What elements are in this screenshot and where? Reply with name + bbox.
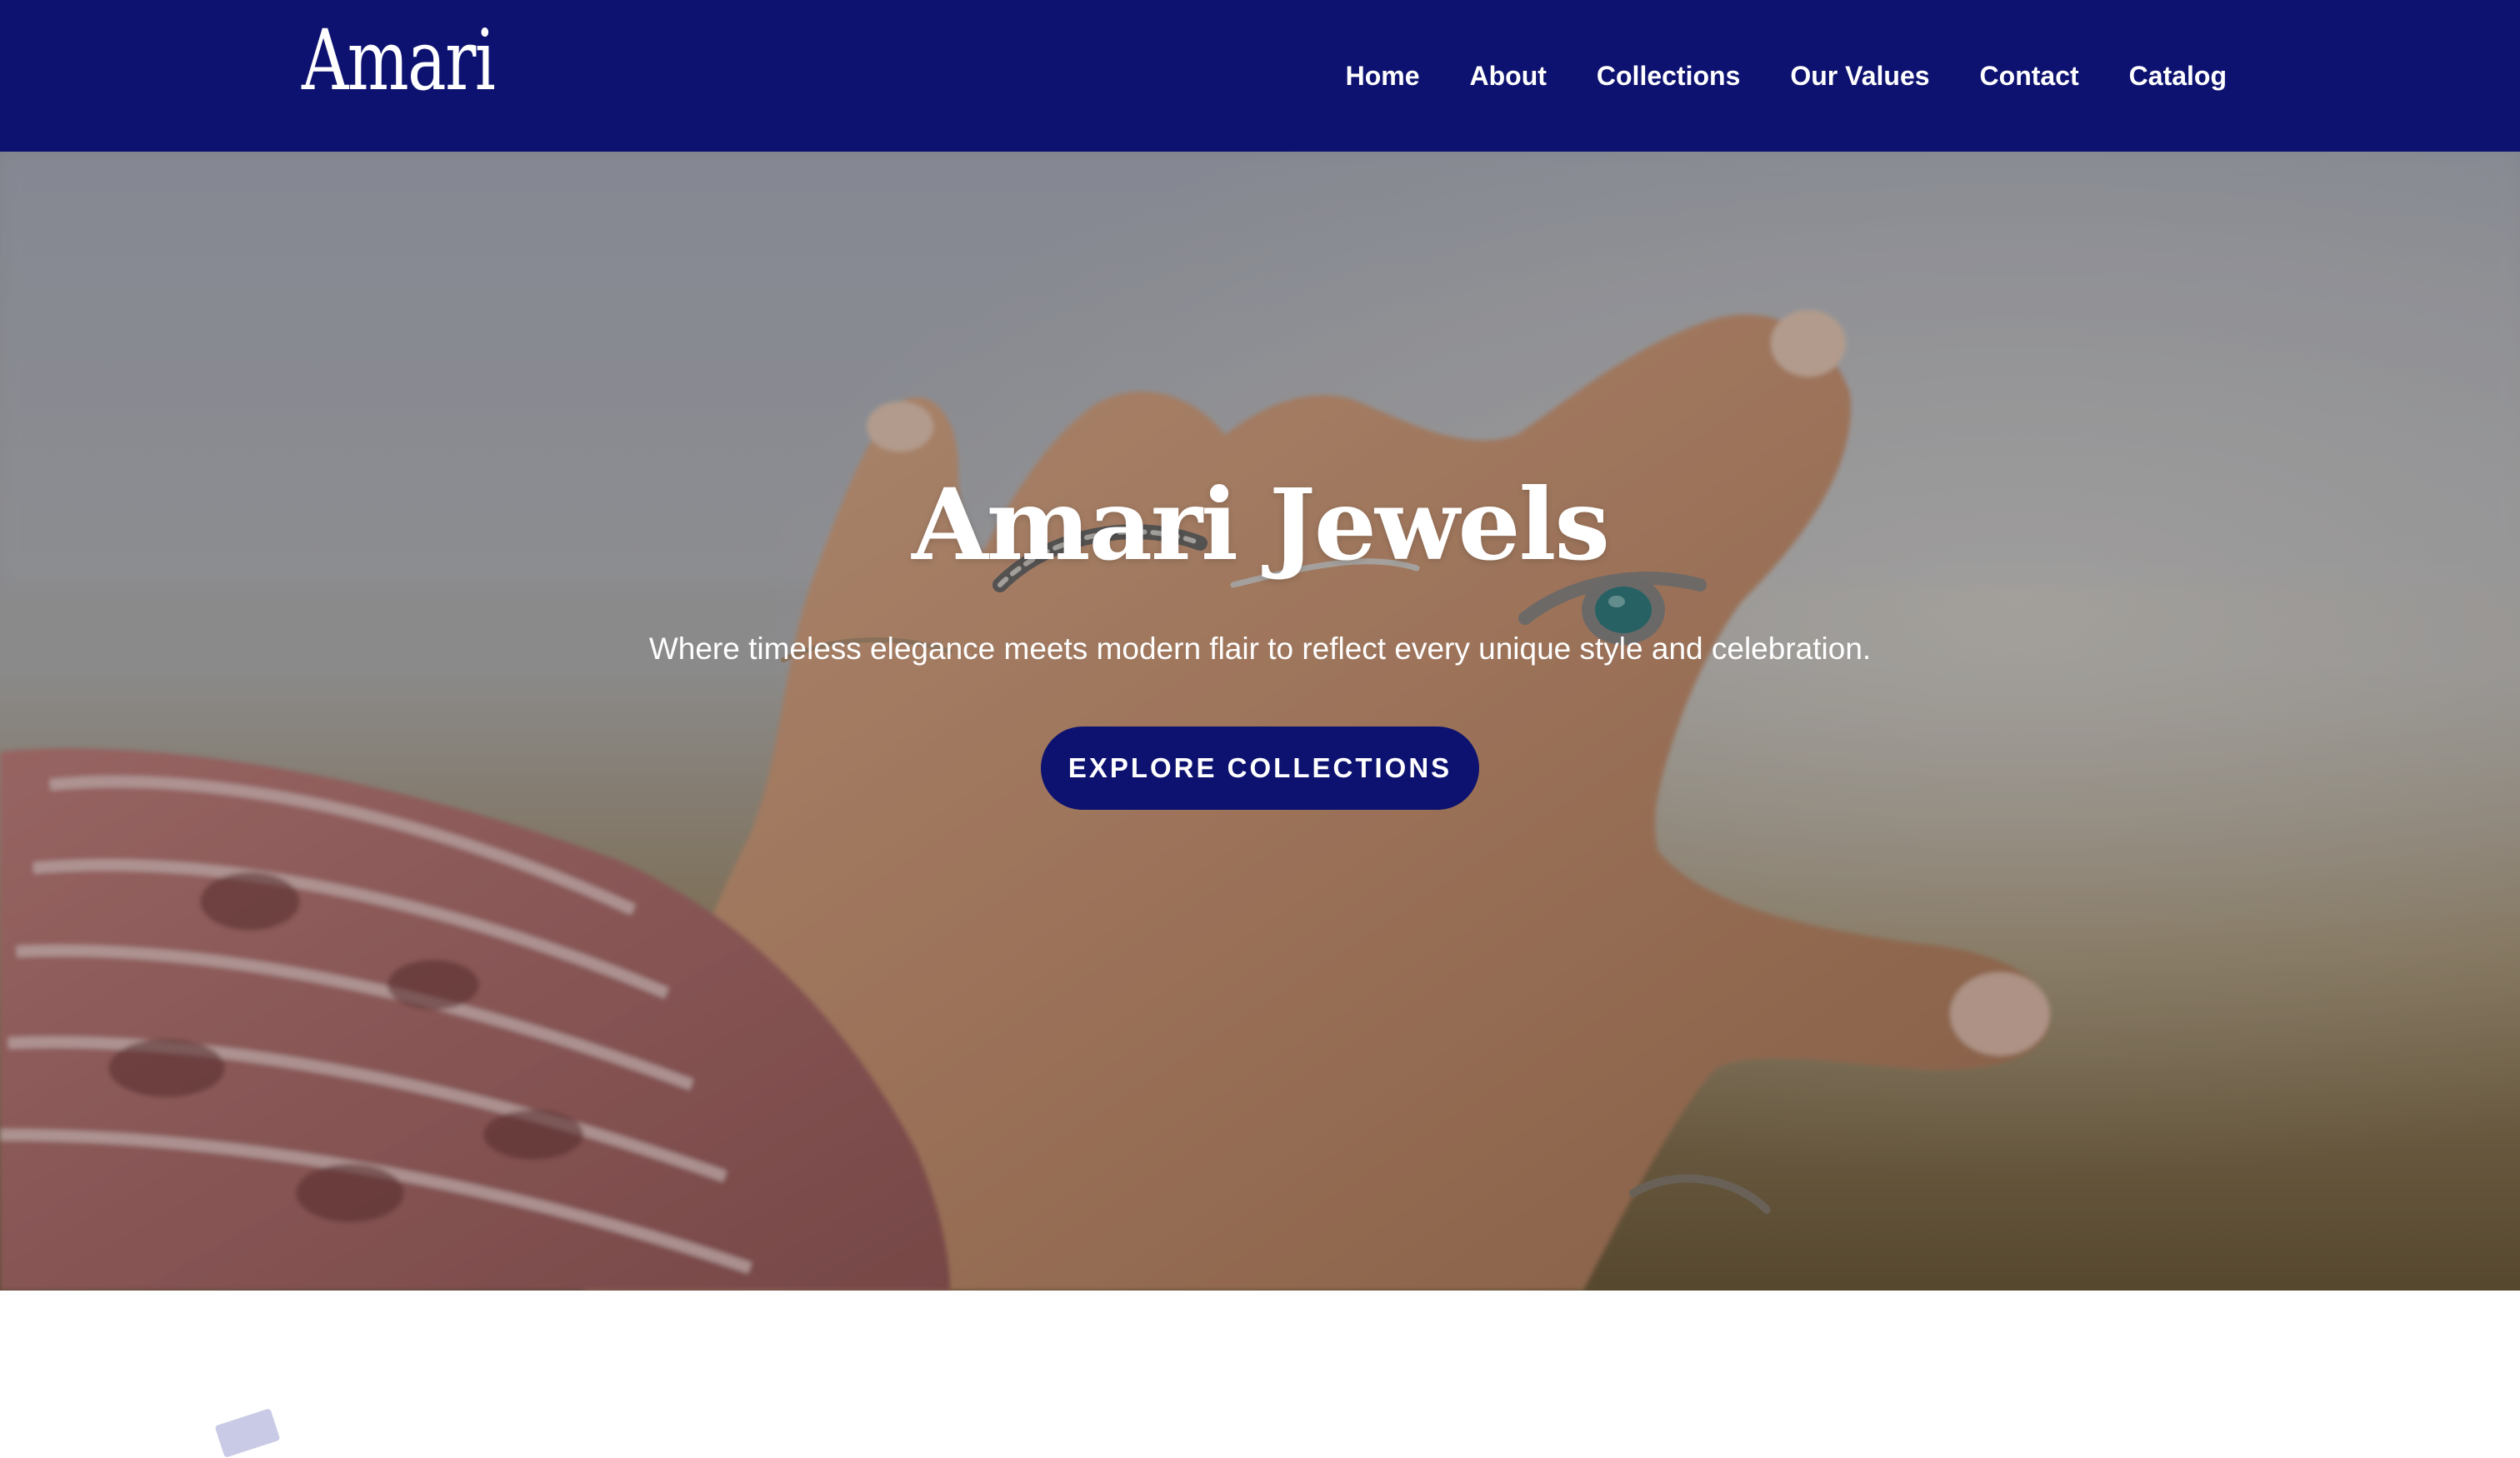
hero-overlay <box>0 152 2520 1291</box>
hero-subtitle: Where timeless elegance meets modern fla… <box>648 632 1872 666</box>
nav-link-contact[interactable]: Contact <box>1980 61 2079 92</box>
hero-section: Amari Jewels Where timeless elegance mee… <box>0 152 2520 1291</box>
nav-link-collections[interactable]: Collections <box>1597 61 1740 92</box>
nav-link-our-values[interactable]: Our Values <box>1790 61 1929 92</box>
nav-link-home[interactable]: Home <box>1346 61 1420 92</box>
site-logo[interactable]: Amari <box>302 15 496 107</box>
main-nav: Home About Collections Our Values Contac… <box>1346 0 2227 152</box>
top-navbar: Amari Home About Collections Our Values … <box>0 0 2520 152</box>
next-section <box>0 1291 2520 1433</box>
explore-collections-button[interactable]: EXPLORE COLLECTIONS <box>1041 727 1479 810</box>
hero-title: Amari Jewels <box>912 467 1610 582</box>
nav-link-about[interactable]: About <box>1469 61 1546 92</box>
nav-link-catalog[interactable]: Catalog <box>2129 61 2227 92</box>
